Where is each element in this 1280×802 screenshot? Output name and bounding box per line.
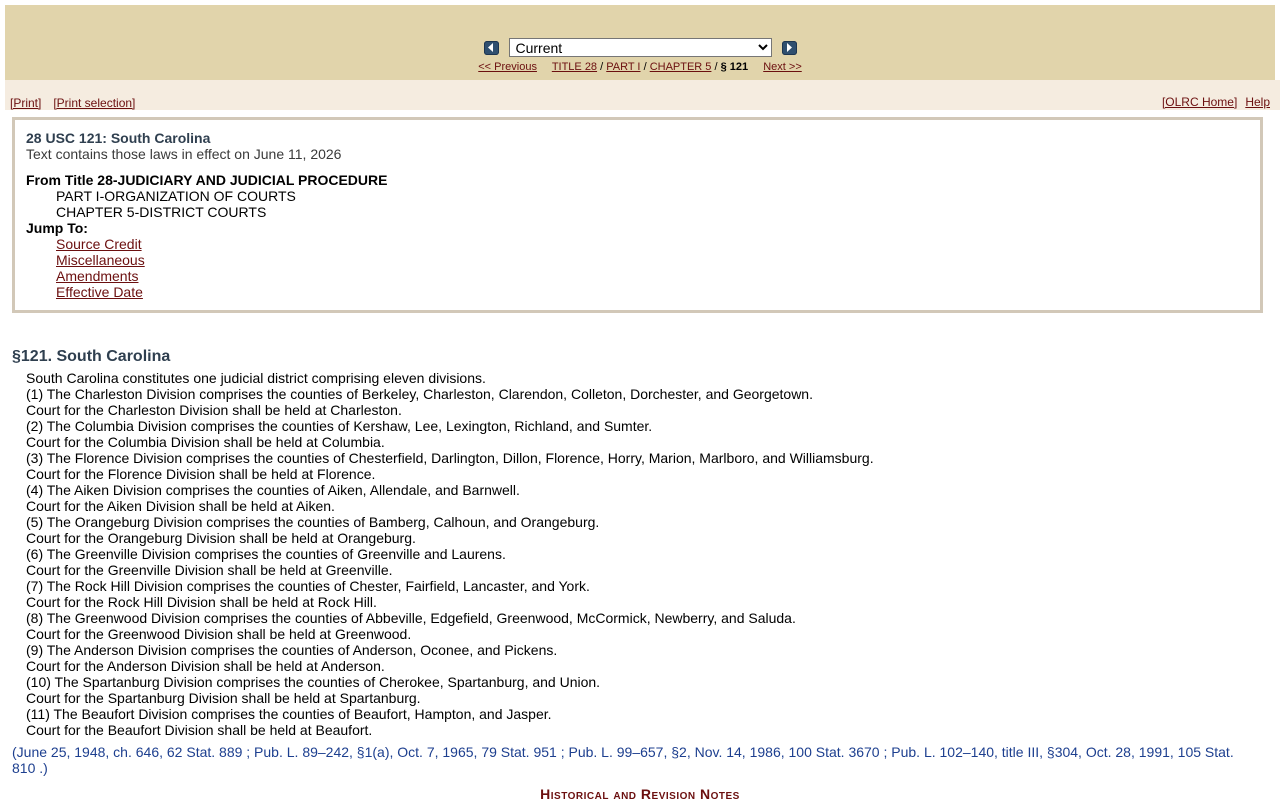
source-credit: (June 25, 1948, ch. 646, 62 Stat. 889 ; … (12, 744, 1234, 776)
document-title: 28 USC 121: South Carolina (26, 130, 211, 146)
breadcrumb-separator: / (714, 61, 718, 73)
jump-to-label: Jump To: (26, 220, 88, 236)
section-line: Court for the Anderson Division shall be… (26, 658, 385, 674)
section-line: (1) The Charleston Division comprises th… (26, 386, 813, 402)
version-nav-row: Current (5, 38, 1275, 57)
breadcrumb-separator: / (600, 61, 604, 73)
section-line: (9) The Anderson Division comprises the … (26, 642, 558, 658)
toolbar: [Print] [Print selection] [OLRC Home] Help (5, 80, 1280, 110)
version-select[interactable]: Current (508, 38, 772, 57)
chapter-label: CHAPTER 5-DISTRICT COURTS (56, 204, 267, 220)
toolbar-right: [OLRC Home] Help (1162, 95, 1270, 109)
olrc-home-link[interactable]: [OLRC Home] (1162, 95, 1237, 109)
toolbar-left: [Print] [Print selection] (10, 96, 135, 110)
breadcrumb-separator: / (643, 61, 647, 73)
section-line: (10) The Spartanburg Division comprises … (26, 674, 601, 690)
help-link[interactable]: Help (1245, 95, 1270, 109)
next-link[interactable]: Next >> (763, 61, 802, 73)
section-body: §121. South Carolina South Carolina cons… (12, 348, 1252, 738)
breadcrumb-title-link[interactable]: TITLE 28 (552, 61, 597, 73)
section-line: (2) The Columbia Division comprises the … (26, 418, 653, 434)
breadcrumb-chapter-link[interactable]: CHAPTER 5 (650, 61, 712, 73)
document-info-box: 28 USC 121: South Carolina Text contains… (12, 117, 1263, 313)
print-link[interactable]: [Print] (10, 96, 41, 110)
navigation-header: Current << Previous TITLE 28 / PART I / … (5, 5, 1275, 80)
section-line: Court for the Greenville Division shall … (26, 562, 393, 578)
section-line: South Carolina constitutes one judicial … (26, 370, 486, 386)
from-title: From Title 28-JUDICIARY AND JUDICIAL PRO… (26, 172, 388, 188)
jump-link-source-credit[interactable]: Source Credit (56, 236, 142, 252)
right-arrow-icon[interactable] (781, 40, 797, 55)
section-line: (6) The Greenville Division comprises th… (26, 546, 506, 562)
section-line: (5) The Orangeburg Division comprises th… (26, 514, 600, 530)
section-line: (11) The Beaufort Division comprises the… (26, 706, 552, 722)
section-heading: §121. South Carolina (12, 348, 171, 365)
part-label: PART I-ORGANIZATION OF COURTS (56, 188, 296, 204)
jump-link-amendments[interactable]: Amendments (56, 268, 138, 284)
effective-date-note: Text contains those laws in effect on Ju… (26, 146, 342, 162)
section-line: Court for the Orangeburg Division shall … (26, 530, 416, 546)
jump-link-effective-date[interactable]: Effective Date (56, 284, 143, 300)
breadcrumb-part-link[interactable]: PART I (606, 61, 640, 73)
section-line: Court for the Spartanburg Division shall… (26, 690, 421, 706)
print-selection-link[interactable]: [Print selection] (53, 96, 135, 110)
section-line: Court for the Columbia Division shall be… (26, 434, 385, 450)
breadcrumb-current-section: § 121 (720, 61, 749, 73)
left-arrow-icon[interactable] (483, 40, 499, 55)
breadcrumb: << Previous TITLE 28 / PART I / CHAPTER … (5, 61, 1275, 73)
section-line: Court for the Beaufort Division shall be… (26, 722, 373, 738)
section-line: (4) The Aiken Division comprises the cou… (26, 482, 520, 498)
section-line: Court for the Rock Hill Division shall b… (26, 594, 377, 610)
jump-link-miscellaneous[interactable]: Miscellaneous (56, 252, 145, 268)
section-line: (8) The Greenwood Division comprises the… (26, 610, 796, 626)
section-line: Court for the Aiken Division shall be he… (26, 498, 335, 514)
section-text: South Carolina constitutes one judicial … (12, 370, 1252, 738)
section-line: Court for the Florence Division shall be… (26, 466, 376, 482)
section-line: (7) The Rock Hill Division comprises the… (26, 578, 590, 594)
previous-link[interactable]: << Previous (478, 61, 537, 73)
section-line: Court for the Greenwood Division shall b… (26, 626, 412, 642)
section-line: Court for the Charleston Division shall … (26, 402, 402, 418)
section-line: (3) The Florence Division comprises the … (26, 450, 874, 466)
